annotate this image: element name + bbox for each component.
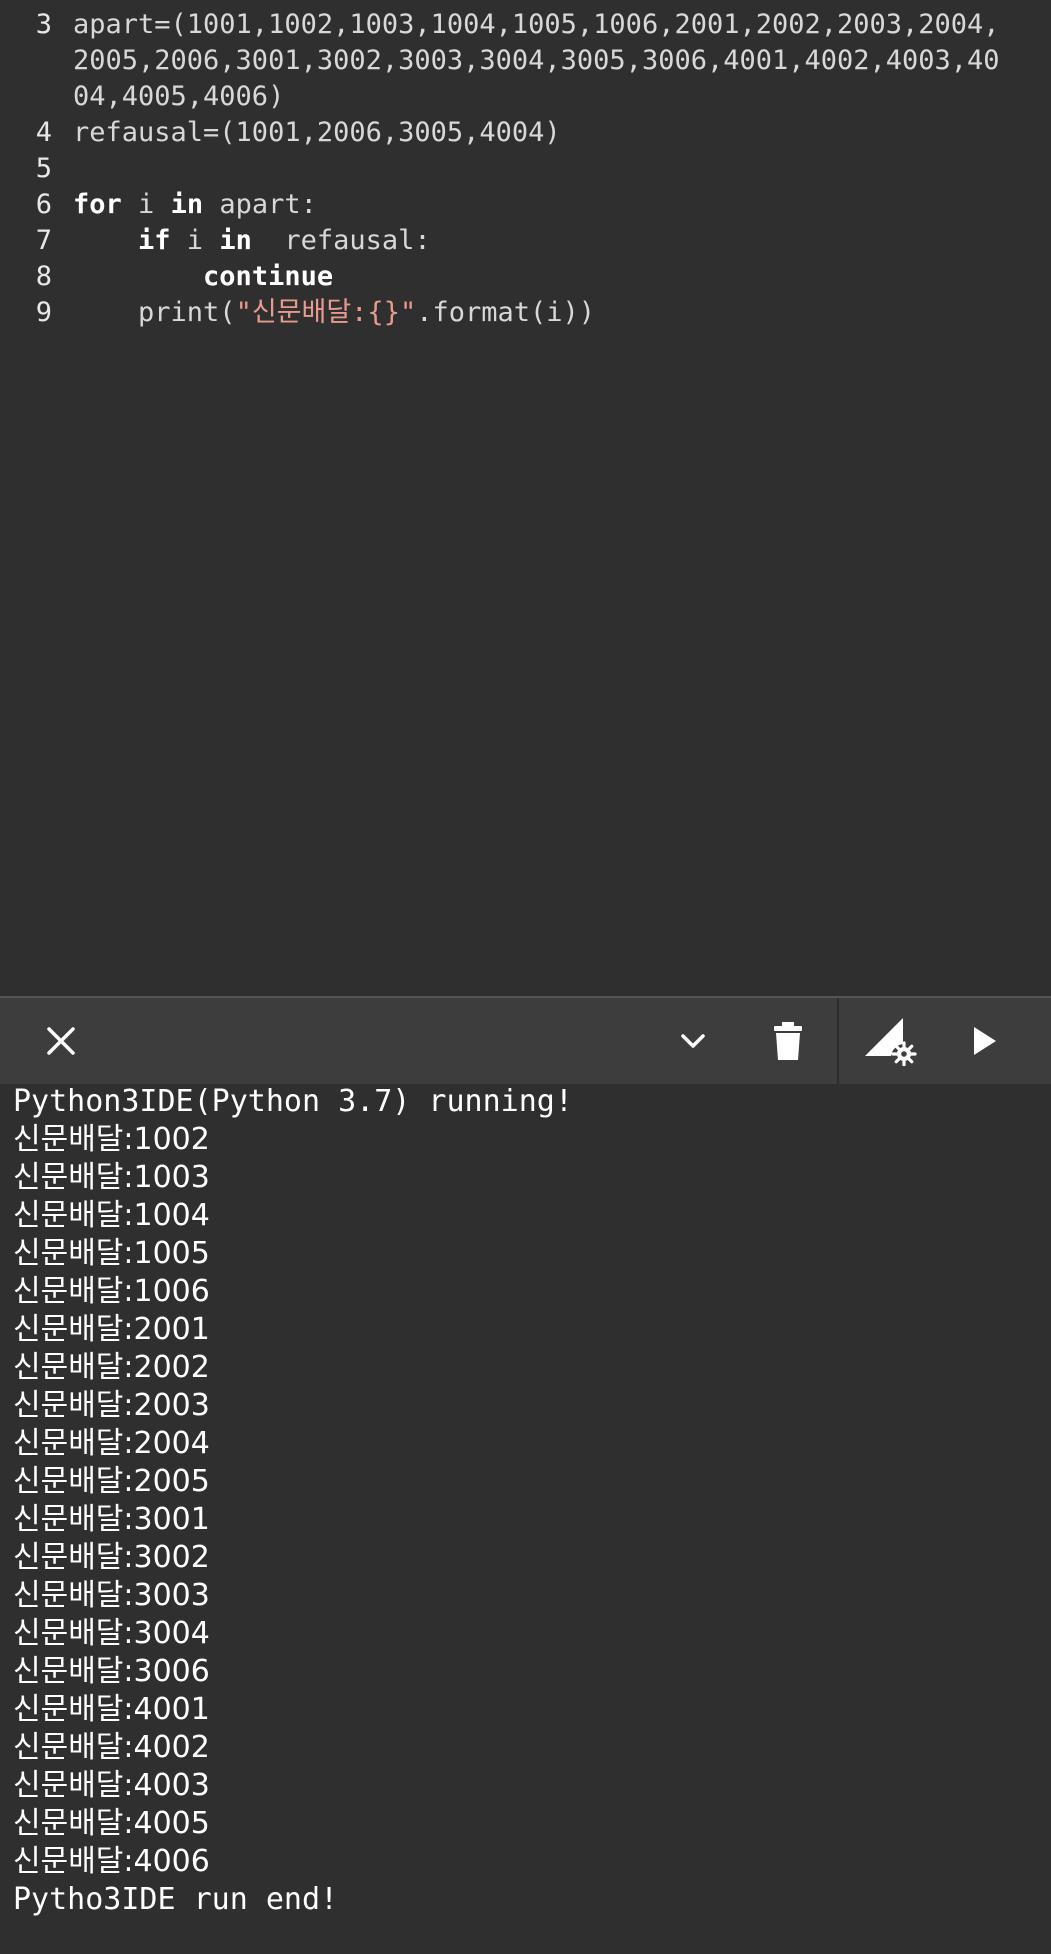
- code-token: print(: [73, 297, 236, 328]
- code-token: refausal=(1001,2006,3005,4004): [73, 117, 561, 148]
- console-output-line: 신문배달:1006: [13, 1274, 210, 1309]
- code-token: i: [170, 225, 220, 256]
- console-output-line: 신문배달:3004: [13, 1616, 210, 1651]
- string-token: "신문배달:{}": [235, 297, 417, 328]
- code-token: apart:: [203, 189, 317, 220]
- play-icon: [974, 1027, 996, 1055]
- keyword-token: for: [73, 189, 122, 220]
- code-text: continue: [73, 259, 333, 295]
- console-output-line: 신문배달:2003: [13, 1388, 210, 1423]
- close-console-button[interactable]: [22, 998, 100, 1084]
- console-output-line: 신문배달:2001: [13, 1312, 210, 1347]
- code-token: i: [121, 189, 171, 220]
- console-toolbar: [0, 996, 1051, 1084]
- code-text: 2005,2006,3001,3002,3003,3004,3005,3006,…: [73, 43, 1000, 79]
- console-output-line: 신문배달:3002: [13, 1540, 210, 1575]
- chevron-down-icon: [681, 1034, 705, 1048]
- collapse-console-button[interactable]: [655, 998, 731, 1084]
- console-output-line: 신문배달:3003: [13, 1578, 210, 1613]
- code-text: refausal=(1001,2006,3005,4004): [73, 115, 561, 151]
- code-token: .format(i)): [416, 297, 596, 328]
- code-token: apart=(1001,1002,1003,1004,1005,1006,200…: [73, 9, 1000, 40]
- code-editor[interactable]: 3 apart=(1001,1002,1003,1004,1005,1006,20…: [0, 0, 1051, 996]
- keyword-token: continue: [203, 261, 334, 292]
- code-text: for i in apart:: [73, 187, 317, 223]
- line-number: 9: [35, 297, 52, 328]
- line-number: 8: [35, 261, 52, 292]
- line-number: 6: [35, 189, 52, 220]
- line-number: 4: [35, 117, 52, 148]
- console-output-line: 신문배달:2002: [13, 1350, 210, 1385]
- console-output: Python3IDE(Python 3.7) running! 신문배달:1002…: [0, 1084, 1051, 1954]
- console-header: Python3IDE(Python 3.7) running!: [13, 1084, 573, 1119]
- console-output-line: 신문배달:4001: [13, 1692, 210, 1727]
- code-text: if i in refausal:: [73, 223, 431, 259]
- toolbar-divider: [837, 998, 839, 1084]
- console-output-line: 신문배달:4005: [13, 1806, 210, 1841]
- console-output-line: 신문배달:3001: [13, 1502, 210, 1537]
- code-token: 04,4005,4006): [73, 81, 285, 112]
- trash-icon: [774, 1022, 802, 1060]
- settings-button[interactable]: [850, 998, 930, 1084]
- console-output-line: 신문배달:3006: [13, 1654, 210, 1689]
- console-output-line: 신문배달:4006: [13, 1844, 210, 1879]
- keyword-token: in: [170, 189, 204, 220]
- keyword-token: if: [138, 225, 171, 256]
- line-number: 3: [35, 9, 52, 40]
- console-output-line: 신문배달:2004: [13, 1426, 210, 1461]
- console-footer: Pytho3IDE run end!: [13, 1882, 339, 1917]
- console-output-line: 신문배달:1002: [13, 1122, 210, 1157]
- line-number: 7: [35, 225, 52, 256]
- close-icon: [47, 1027, 75, 1055]
- console-output-line: 신문배달:4003: [13, 1768, 210, 1803]
- code-text: print("신문배달:{}".format(i)): [73, 295, 595, 331]
- line-number: 5: [35, 153, 52, 184]
- code-token: 2005,2006,3001,3002,3003,3004,3005,3006,…: [73, 45, 1000, 76]
- keyword-token: in: [219, 225, 252, 256]
- clear-console-button[interactable]: [750, 998, 826, 1084]
- console-output-line: 신문배달:1003: [13, 1160, 210, 1195]
- signal-settings-icon: [865, 1018, 917, 1066]
- console-output-line: 신문배달:1004: [13, 1198, 210, 1233]
- run-button[interactable]: [947, 998, 1023, 1084]
- console-output-line: 신문배달:4002: [13, 1730, 210, 1765]
- code-text: 04,4005,4006): [73, 79, 284, 115]
- console-output-line: 신문배달:2005: [13, 1464, 210, 1499]
- code-token: refausal:: [251, 225, 431, 256]
- console-output-line: 신문배달:1005: [13, 1236, 210, 1271]
- code-text: apart=(1001,1002,1003,1004,1005,1006,200…: [73, 7, 1000, 43]
